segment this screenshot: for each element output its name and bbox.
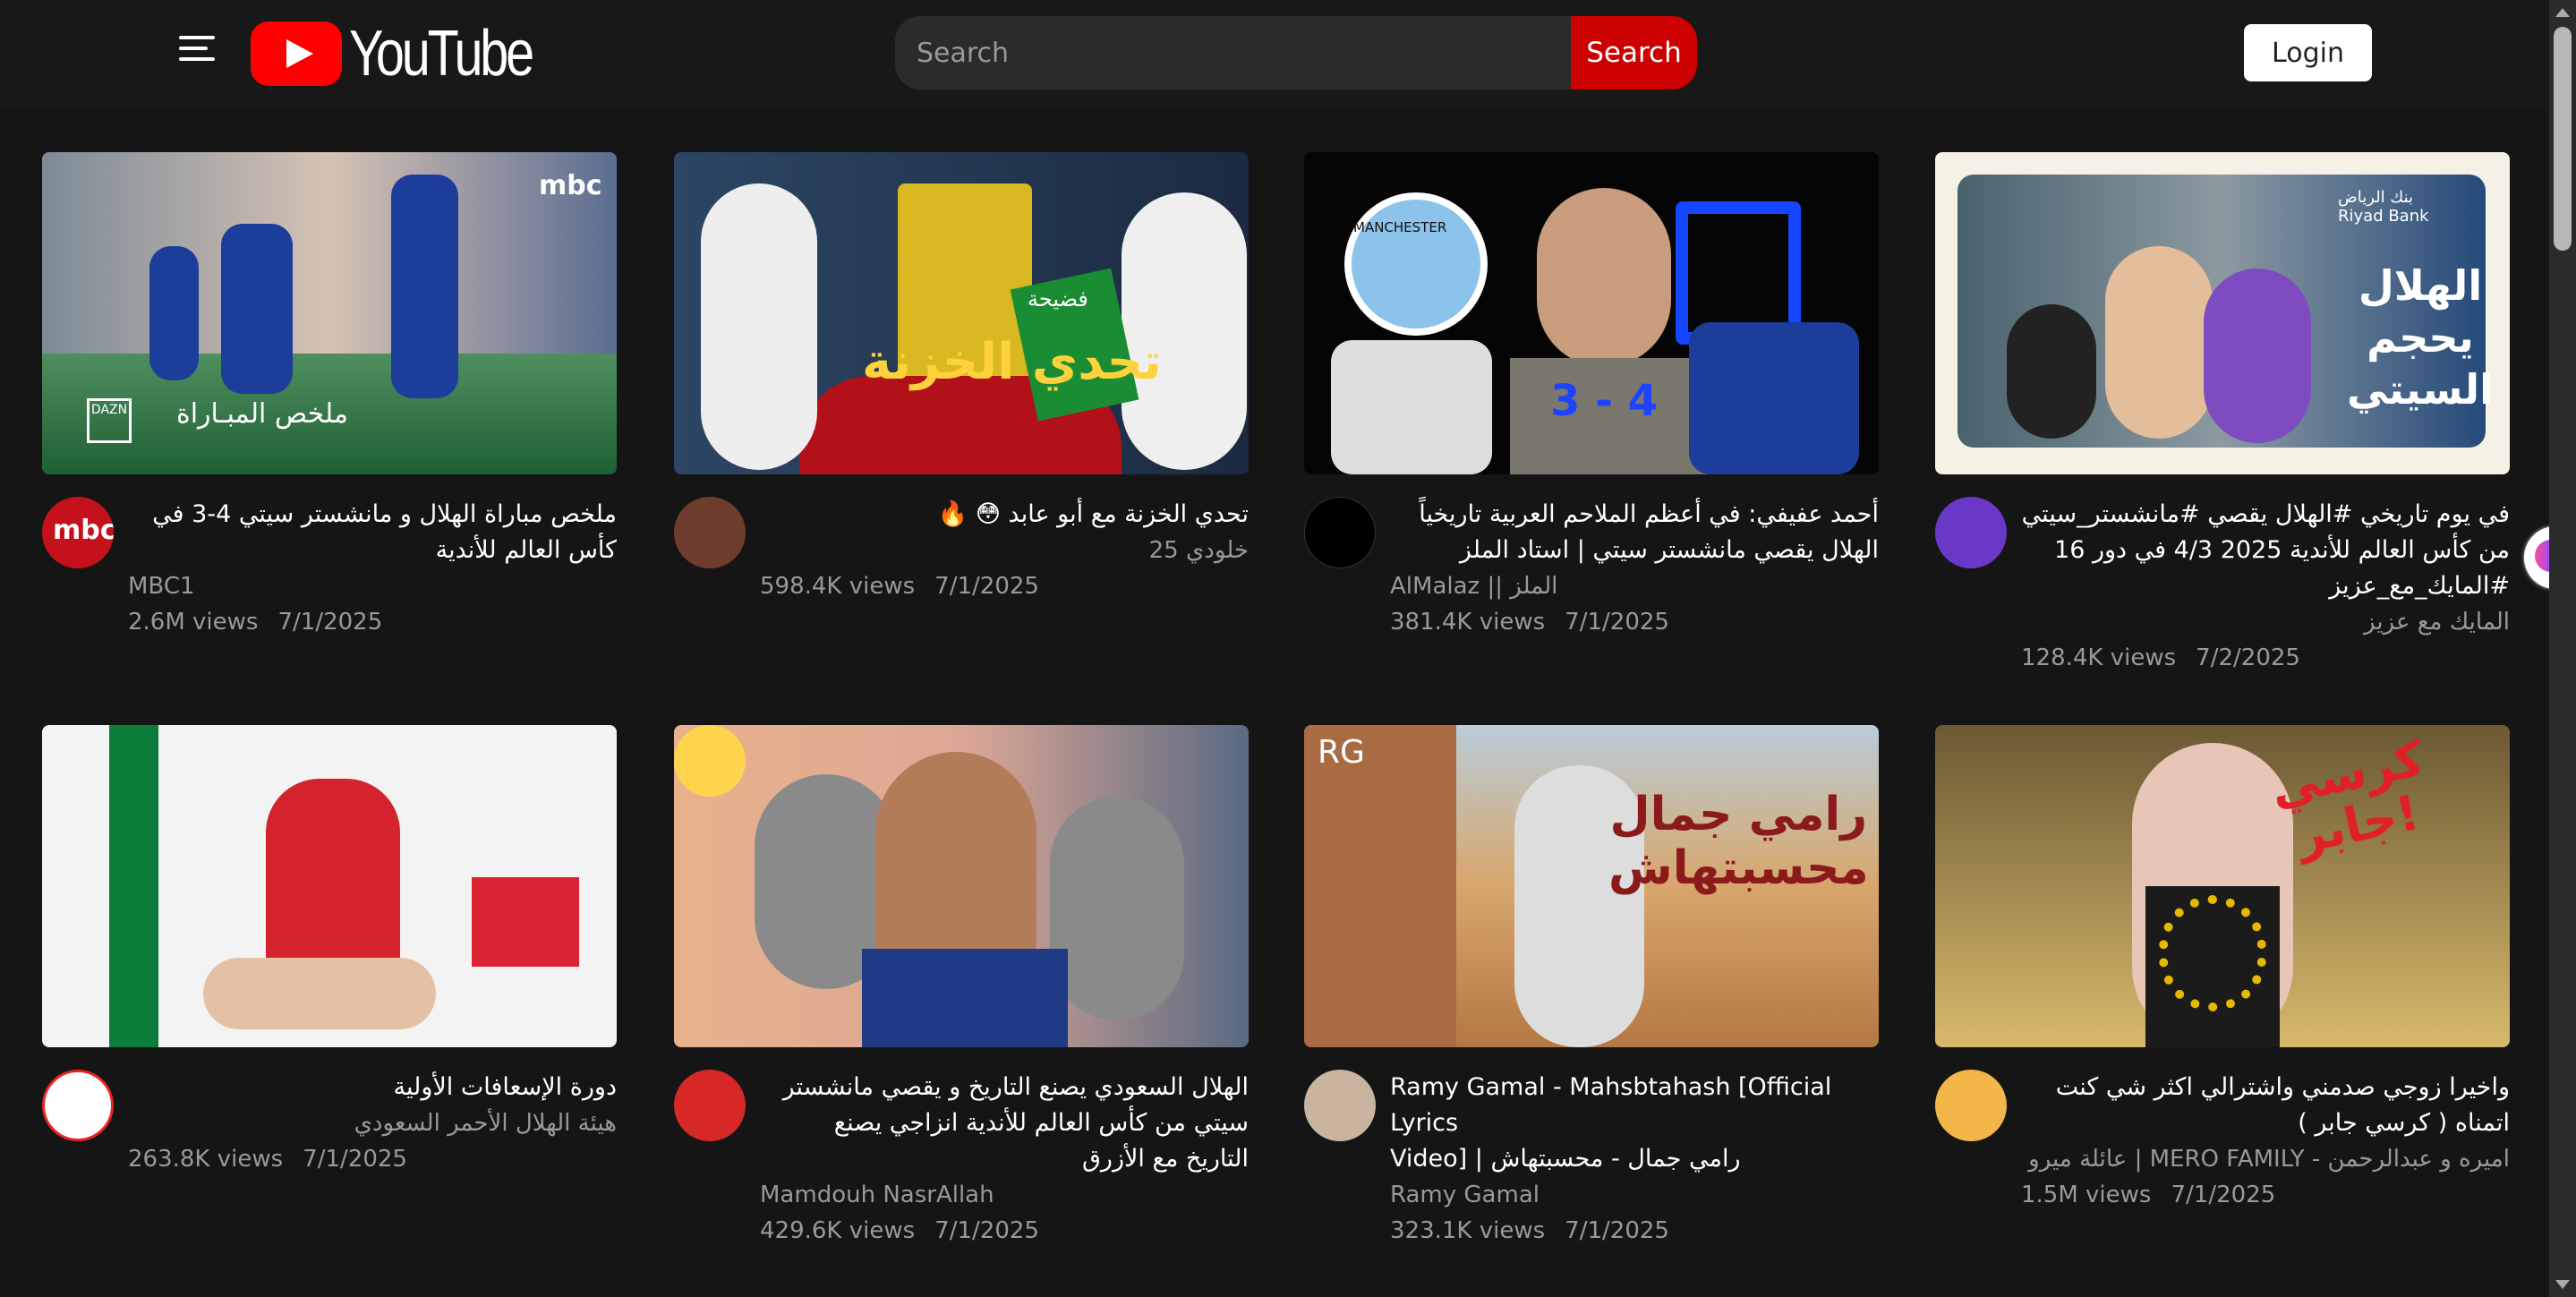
view-count: 263.8K views <box>128 1146 284 1173</box>
thumbnail-title: الهلال يحجم السيتي <box>2347 261 2494 414</box>
video-card[interactable]: RG رامي جمال محسبتهاش Ramy Gamal - Mahsb… <box>1304 725 1879 1262</box>
video-thumbnail[interactable]: MANCHESTER 3 - 4 <box>1304 152 1879 474</box>
channel-name[interactable]: المايك مع عزيز <box>2021 604 2510 640</box>
video-meta: واخيرا زوجي صدمني واشترالي اكثر شي كنت ا… <box>1935 1070 2510 1267</box>
video-meta: الهلال السعودي يصنع التاريخ و يقصي مانشس… <box>674 1070 1249 1267</box>
channel-avatar[interactable] <box>1304 1070 1376 1141</box>
video-title[interactable]: أحمد عفيفي: في أعظم الملاحم العربية تاري… <box>1390 497 1879 568</box>
upload-date: 7/1/2025 <box>2171 1182 2276 1208</box>
thumbnail-watermark: mbc <box>539 170 602 201</box>
upload-date: 7/1/2025 <box>1565 609 1669 636</box>
vertical-scrollbar[interactable] <box>2549 0 2576 1297</box>
video-stats: 1.5M views 7/1/2025 <box>2021 1177 2510 1213</box>
channel-avatar[interactable] <box>674 1070 746 1141</box>
video-meta: دورة الإسعافات الأولية هيئة الهلال الأحم… <box>42 1070 617 1267</box>
channel-name[interactable]: هيئة الهلال الأحمر السعودي <box>128 1105 617 1141</box>
upload-date: 7/1/2025 <box>277 609 383 636</box>
video-thumbnail[interactable] <box>674 725 1249 1047</box>
view-count: 128.4K views <box>2021 644 2177 671</box>
video-title[interactable]: ملخص مباراة الهلال و مانشستر سيتي 4-3 في… <box>128 497 617 568</box>
thumbnail-badge: فضيحة <box>1028 286 1088 311</box>
video-card[interactable]: mbc DAZN ملخص المبـاراة mbc ملخص مباراة … <box>42 152 617 689</box>
channel-avatar[interactable] <box>1935 1070 2007 1141</box>
channel-avatar[interactable] <box>1304 497 1376 568</box>
video-meta: Ramy Gamal - Mahsbtahash [Official Lyric… <box>1304 1070 1879 1267</box>
thumbnail-title: كرسي جابر! <box>2265 730 2429 866</box>
upload-date: 7/1/2025 <box>934 573 1039 600</box>
scrollbar-thumb[interactable] <box>2554 27 2572 251</box>
video-title[interactable]: دورة الإسعافات الأولية <box>128 1070 617 1105</box>
video-meta: في يوم تاريخي #الهلال يقصي #مانشستر_سيتي… <box>1935 497 2510 694</box>
channel-name[interactable]: Mamdouh NasrAllah <box>760 1177 1249 1213</box>
scroll-down-icon[interactable] <box>2555 1280 2570 1289</box>
video-grid: mbc DAZN ملخص المبـاراة mbc ملخص مباراة … <box>0 0 2549 1297</box>
video-stats: 263.8K views 7/1/2025 <box>128 1141 617 1177</box>
video-stats: 2.6M views 7/1/2025 <box>128 604 617 640</box>
thumbnail-title: تحدي الخزنة <box>862 333 1162 391</box>
video-stats: 598.4K views 7/1/2025 <box>760 568 1249 604</box>
video-meta: أحمد عفيفي: في أعظم الملاحم العربية تاري… <box>1304 497 1879 694</box>
upload-date: 7/1/2025 <box>1565 1217 1669 1244</box>
view-count: 598.4K views <box>760 573 916 600</box>
view-count: 1.5M views <box>2021 1182 2152 1208</box>
video-card[interactable]: الهلال السعودي يصنع التاريخ و يقصي مانشس… <box>674 725 1249 1262</box>
video-meta: تحدي الخزنة مع أبو عابد 😳 🔥 خلودي 25 598… <box>674 497 1249 694</box>
channel-name[interactable]: اميره و عبدالرحمن - MERO FAMILY | عائلة … <box>2021 1141 2510 1177</box>
channel-name[interactable]: خلودي 25 <box>760 533 1249 568</box>
video-title[interactable]: في يوم تاريخي #الهلال يقصي #مانشستر_سيتي… <box>2021 497 2510 604</box>
channel-avatar[interactable] <box>1935 497 2007 568</box>
video-card[interactable]: فضيحة تحدي الخزنة تحدي الخزنة مع أبو عاب… <box>674 152 1249 689</box>
channel-name[interactable]: MBC1 <box>128 568 617 604</box>
score-label: 3 - 4 <box>1550 376 1659 426</box>
view-count: 2.6M views <box>128 609 259 636</box>
video-stats: 128.4K views 7/2/2025 <box>2021 640 2510 676</box>
video-thumbnail[interactable]: mbc DAZN ملخص المبـاراة <box>42 152 617 474</box>
sponsor-logo: بنك الرياض Riyad Bank <box>2338 188 2429 226</box>
video-meta: mbc ملخص مباراة الهلال و مانشستر سيتي 4-… <box>42 497 617 694</box>
channel-name[interactable]: Ramy Gamal <box>1390 1177 1879 1213</box>
video-title[interactable]: تحدي الخزنة مع أبو عابد 😳 🔥 <box>760 497 1249 533</box>
video-stats: 323.1K views 7/1/2025 <box>1390 1213 1879 1249</box>
video-card[interactable]: MANCHESTER 3 - 4 أحمد عفيفي: في أعظم الم… <box>1304 152 1879 689</box>
video-thumbnail[interactable]: فضيحة تحدي الخزنة <box>674 152 1249 474</box>
video-title[interactable]: الهلال السعودي يصنع التاريخ و يقصي مانشس… <box>760 1070 1249 1177</box>
video-card[interactable]: كرسي جابر! واخيرا زوجي صدمني واشترالي اك… <box>1935 725 2510 1262</box>
upload-date: 7/1/2025 <box>934 1217 1039 1244</box>
thumbnail-title: رامي جمال محسبتهاش <box>1608 788 1869 895</box>
video-card[interactable]: بنك الرياض Riyad Bank الهلال يحجم السيتي… <box>1935 152 2510 689</box>
video-thumbnail[interactable]: كرسي جابر! <box>1935 725 2510 1047</box>
video-title[interactable]: واخيرا زوجي صدمني واشترالي اكثر شي كنت ا… <box>2021 1070 2510 1141</box>
channel-name[interactable]: AlMalaz || الملز <box>1390 568 1879 604</box>
channel-avatar[interactable] <box>674 497 746 568</box>
view-count: 429.6K views <box>760 1217 916 1244</box>
view-count: 381.4K views <box>1390 609 1546 636</box>
view-count: 323.1K views <box>1390 1217 1546 1244</box>
channel-avatar[interactable] <box>42 1070 114 1141</box>
upload-date: 7/2/2025 <box>2196 644 2300 671</box>
video-thumbnail[interactable] <box>42 725 617 1047</box>
video-stats: 429.6K views 7/1/2025 <box>760 1213 1249 1249</box>
video-thumbnail[interactable]: بنك الرياض Riyad Bank الهلال يحجم السيتي <box>1935 152 2510 474</box>
video-card[interactable]: دورة الإسعافات الأولية هيئة الهلال الأحم… <box>42 725 617 1262</box>
channel-avatar[interactable]: mbc <box>42 497 114 568</box>
team-label: MANCHESTER <box>1353 219 1447 235</box>
upload-date: 7/1/2025 <box>303 1146 407 1173</box>
dazn-logo: DAZN <box>87 398 132 443</box>
scroll-up-icon[interactable] <box>2555 8 2570 17</box>
video-title[interactable]: Ramy Gamal - Mahsbtahash [Official Lyric… <box>1390 1070 1879 1177</box>
video-stats: 381.4K views 7/1/2025 <box>1390 604 1879 640</box>
thumbnail-caption: ملخص المبـاراة <box>176 398 348 430</box>
thumbnail-watermark: RG <box>1318 734 1365 771</box>
video-thumbnail[interactable]: RG رامي جمال محسبتهاش <box>1304 725 1879 1047</box>
